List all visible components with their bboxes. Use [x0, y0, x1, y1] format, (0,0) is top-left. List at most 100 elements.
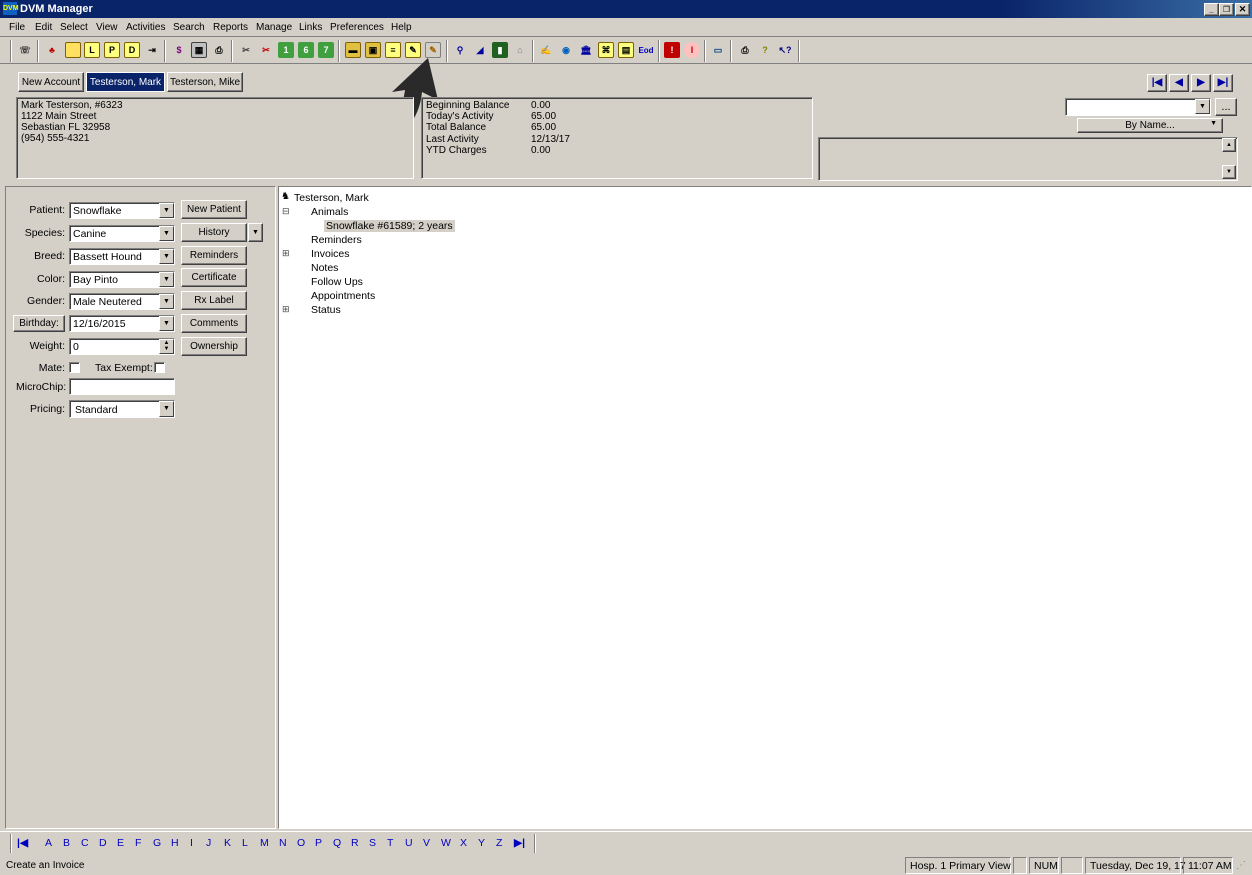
first-record-button[interactable]: |◀	[1147, 74, 1167, 92]
history-button[interactable]: History	[181, 223, 247, 242]
tab-testerson-mike[interactable]: Testerson, Mike	[167, 72, 243, 92]
tree-appointments[interactable]: Appointments	[311, 290, 375, 302]
pricing-select[interactable]: Standard ▼	[69, 400, 175, 418]
alpha-u[interactable]: U	[405, 837, 413, 849]
signature-icon[interactable]: ✍	[538, 42, 554, 58]
tree-follow-ups[interactable]: Follow Ups	[311, 276, 363, 288]
alpha-e[interactable]: E	[117, 837, 124, 849]
close-button[interactable]: ✕	[1235, 3, 1250, 16]
alpha-n[interactable]: N	[279, 837, 287, 849]
folder-icon[interactable]	[65, 42, 81, 58]
alpha-v[interactable]: V	[423, 837, 430, 849]
tree-root[interactable]: Testerson, Mark	[294, 192, 369, 204]
alpha-d[interactable]: D	[99, 837, 107, 849]
alpha-b[interactable]: B	[63, 837, 70, 849]
client-search-combo[interactable]: ▼	[1065, 98, 1211, 116]
alpha-o[interactable]: O	[297, 837, 305, 849]
comments-button[interactable]: Comments	[181, 314, 247, 333]
notes-box[interactable]	[818, 137, 1238, 181]
inventory-icon[interactable]: ⚲	[452, 42, 468, 58]
menu-search[interactable]: Search	[173, 22, 205, 33]
notes-scroll-up[interactable]: ▲	[1222, 138, 1236, 152]
menu-activities[interactable]: Activities	[126, 22, 165, 33]
globe-icon[interactable]: ◉	[558, 42, 574, 58]
help-icon[interactable]: ?	[757, 42, 773, 58]
tab-testerson-mark[interactable]: Testerson, Mark	[86, 72, 165, 92]
chevron-down-icon[interactable]: ▼	[159, 249, 174, 264]
new-patient-button[interactable]: New Patient	[181, 200, 247, 219]
alpha-t[interactable]: T	[387, 837, 393, 849]
birthday-picker[interactable]: 12/16/2015 ▼	[69, 315, 175, 332]
book-icon[interactable]: ▮	[492, 42, 508, 58]
patient-select[interactable]: Snowflake ▼	[69, 202, 175, 219]
alpha-j[interactable]: J	[206, 837, 211, 849]
tree-reminders[interactable]: Reminders	[311, 234, 362, 246]
paw-icon[interactable]: ♣	[44, 42, 60, 58]
alert-icon[interactable]: !	[664, 42, 680, 58]
notes-scroll-down[interactable]: ▼	[1222, 165, 1236, 179]
menu-file[interactable]: File	[9, 22, 25, 33]
resize-grip-icon[interactable]: ⋰	[1236, 860, 1246, 871]
mate-checkbox[interactable]	[69, 362, 80, 373]
alpha-a[interactable]: A	[45, 837, 52, 849]
menu-preferences[interactable]: Preferences	[330, 22, 384, 33]
last-record-button[interactable]: ▶|	[1213, 74, 1233, 92]
home-icon[interactable]: ⌂	[512, 42, 528, 58]
ownership-button[interactable]: Ownership	[181, 337, 247, 356]
chart-icon[interactable]: ◢	[472, 42, 488, 58]
alpha-last-icon[interactable]: ▶|	[514, 837, 525, 849]
alpha-s[interactable]: S	[369, 837, 376, 849]
alpha-k[interactable]: K	[224, 837, 231, 849]
computer-icon[interactable]: ▭	[710, 42, 726, 58]
bank-icon[interactable]: 🏛	[578, 42, 594, 58]
menu-manage[interactable]: Manage	[256, 22, 292, 33]
tree-notes[interactable]: Notes	[311, 262, 338, 274]
alpha-first-icon[interactable]: |◀	[17, 837, 28, 849]
search-mode-dropdown[interactable]: By Name... ▼	[1077, 118, 1223, 133]
chevron-down-icon[interactable]: ▼	[159, 316, 174, 331]
payment-icon[interactable]: $	[171, 42, 187, 58]
tree-invoices[interactable]: Invoices	[311, 248, 350, 260]
color-select[interactable]: Bay Pinto ▼	[69, 271, 175, 288]
account-tree[interactable]	[278, 186, 1252, 829]
expand-icon[interactable]: ⊞	[282, 304, 290, 315]
alpha-i[interactable]: I	[190, 837, 193, 849]
alpha-w[interactable]: W	[441, 837, 451, 849]
menu-edit[interactable]: Edit	[35, 22, 52, 33]
alpha-z[interactable]: Z	[496, 837, 502, 849]
ledger-icon[interactable]: L	[84, 42, 100, 58]
alpha-m[interactable]: M	[260, 837, 269, 849]
tree-status[interactable]: Status	[311, 304, 341, 316]
search-more-button[interactable]: ...	[1215, 98, 1237, 116]
print-icon[interactable]: ⎙	[211, 42, 227, 58]
rx-label-button[interactable]: Rx Label	[181, 291, 247, 310]
alpha-h[interactable]: H	[171, 837, 179, 849]
previous-record-button[interactable]: ◀	[1169, 74, 1189, 92]
tools-icon[interactable]: ✂	[238, 42, 254, 58]
report-icon[interactable]: ▤	[618, 42, 634, 58]
chevron-down-icon[interactable]: ▼	[159, 272, 174, 287]
spinner-icon[interactable]: ▲ ▼	[159, 339, 174, 354]
menu-reports[interactable]: Reports	[213, 22, 248, 33]
alpha-l[interactable]: L	[242, 837, 248, 849]
minimize-button[interactable]: _	[1204, 3, 1219, 16]
menu-select[interactable]: Select	[60, 22, 88, 33]
alpha-f[interactable]: F	[135, 837, 141, 849]
pin-icon[interactable]: ⇥	[144, 42, 160, 58]
gender-select[interactable]: Male Neutered ▼	[69, 293, 175, 310]
reminders-button[interactable]: Reminders	[181, 246, 247, 265]
cut-icon[interactable]: ✂	[258, 42, 274, 58]
alpha-g[interactable]: G	[153, 837, 161, 849]
breed-select[interactable]: Bassett Hound ▼	[69, 248, 175, 265]
context-help-icon[interactable]: ↖?	[777, 42, 793, 58]
phone-icon[interactable]: ☏	[17, 42, 33, 58]
chevron-down-icon[interactable]: ▼	[159, 203, 174, 218]
tab-new-account[interactable]: New Account	[18, 72, 84, 92]
species-select[interactable]: Canine ▼	[69, 225, 175, 242]
lab-icon[interactable]: ⌘	[598, 42, 614, 58]
menu-help[interactable]: Help	[391, 22, 412, 33]
calculator-icon[interactable]: ▦	[191, 42, 207, 58]
chevron-down-icon[interactable]: ▼	[1195, 99, 1210, 114]
alpha-y[interactable]: Y	[478, 837, 485, 849]
alpha-q[interactable]: Q	[333, 837, 341, 849]
